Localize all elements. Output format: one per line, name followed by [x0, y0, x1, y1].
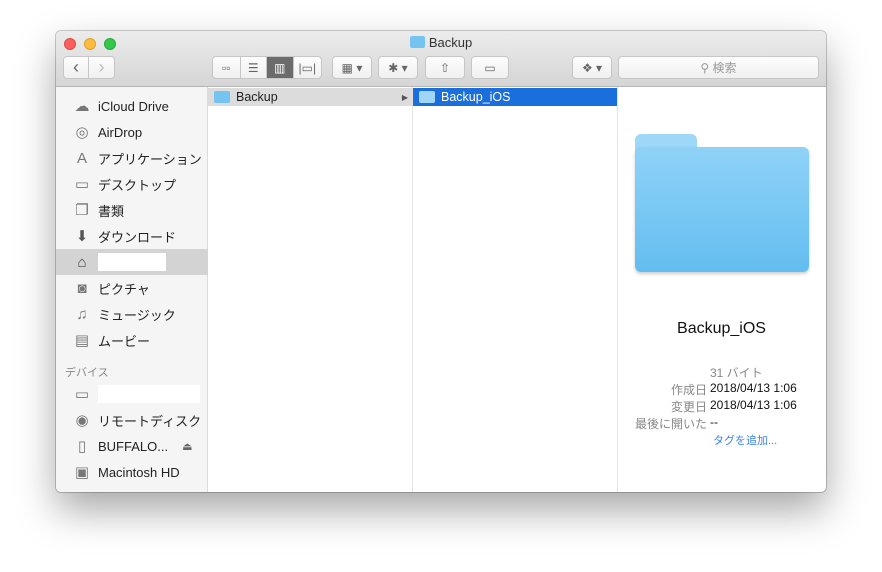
back-button[interactable]: ‹ [64, 57, 90, 78]
cover-flow-button[interactable]: |▭| [294, 57, 321, 78]
list-view-button[interactable]: ☰ [241, 57, 268, 78]
toolbar: Backup ‹ › ▫▫ ☰ ▥ |▭| ▦ ▾ ✱ ▾ ⇧ ▭ ❖ ▾ ⚲ … [56, 31, 826, 87]
folder-icon [409, 36, 425, 48]
sidebar-label: アプリケーション [98, 151, 202, 167]
desktop-icon: ▭ [74, 176, 90, 193]
sidebar-device-macintosh-hd[interactable]: ▣ Macintosh HD [56, 459, 208, 485]
list-item[interactable]: Backup_iOS [413, 88, 617, 106]
sidebar-item-downloads[interactable]: ⬇ ダウンロード [56, 223, 208, 249]
sidebar-item-music[interactable]: ♫ ミュージック [56, 301, 208, 327]
sidebar-label: Macintosh HD [98, 464, 180, 480]
sidebar-label: AirDrop [98, 124, 143, 140]
column-2: Backup_iOS [413, 87, 618, 492]
view-mode-control: ▫▫ ☰ ▥ |▭| [212, 56, 322, 79]
sidebar-device-remote-disc[interactable]: ◉ リモートディスク [56, 407, 208, 433]
preview-pane: Backup_iOS 31 バイト 作成日 2018/04/13 1:06 変更… [617, 87, 826, 492]
music-icon: ♫ [76, 305, 88, 323]
drive-icon: ▯ [77, 438, 87, 455]
arrange-button[interactable]: ▦ ▾ [332, 56, 372, 79]
home-icon: ⌂ [77, 253, 87, 271]
sidebar-item-movies[interactable]: ▤ ムービー [56, 327, 208, 353]
airdrop-icon: ◎ [75, 124, 89, 141]
search-icon: ⚲ [700, 60, 713, 75]
sidebar-item-applications[interactable]: A アプリケーション [56, 145, 208, 171]
cloud-icon: ☁ [74, 98, 90, 115]
sidebar-item-icloud[interactable]: ☁ iCloud Drive [56, 93, 208, 119]
nav-buttons: ‹ › [63, 56, 115, 79]
created-label: 作成日 [670, 383, 707, 397]
file-size: 31 バイト [710, 366, 763, 380]
large-folder-icon [635, 134, 809, 272]
preview-filename: Backup_iOS [677, 320, 766, 337]
devices-header: デバイス [65, 367, 109, 379]
sidebar-label: BUFFALO... [98, 438, 169, 454]
sidebar-label: iCloud Drive [98, 98, 169, 114]
tag-button[interactable]: ▭ [471, 56, 509, 79]
film-icon: ▤ [74, 332, 90, 349]
icon-view-button[interactable]: ▫▫ [213, 57, 241, 78]
sidebar-device-buffalo[interactable]: ▯ BUFFALO... ⏏ [56, 433, 208, 459]
sidebar-label: リモートディスク [98, 413, 202, 429]
downloads-icon: ⬇ [75, 228, 89, 245]
disclosure-arrow-icon: ▶ [401, 92, 408, 102]
item-name: Backup_iOS [441, 90, 511, 104]
share-button[interactable]: ⇧ [425, 56, 465, 79]
sidebar-label: デスクトップ [98, 177, 177, 193]
documents-icon: ❐ [75, 202, 89, 219]
sidebar-item-airdrop[interactable]: ◎ AirDrop [56, 119, 208, 145]
sidebar-label: 書類 [98, 203, 125, 219]
column-view-button[interactable]: ▥ [267, 57, 294, 78]
list-item[interactable]: Backup ▶ [208, 88, 412, 106]
item-name: Backup [236, 90, 278, 104]
redacted-username [98, 253, 166, 271]
search-input[interactable]: ⚲ 検索 [618, 56, 819, 79]
hard-disk-icon: ▣ [74, 464, 90, 481]
applications-icon: A [76, 149, 87, 167]
file-metadata: 31 バイト 作成日 2018/04/13 1:06 変更日 2018/04/1… [617, 364, 826, 454]
eject-icon[interactable]: ⏏ [182, 440, 192, 453]
add-tags-link[interactable]: タグを追加... [713, 432, 777, 448]
column-1: Backup ▶ [208, 87, 413, 492]
modified-value: 2018/04/13 1:06 [710, 398, 797, 412]
finder-window: Backup ‹ › ▫▫ ☰ ▥ |▭| ▦ ▾ ✱ ▾ ⇧ ▭ ❖ ▾ ⚲ … [56, 31, 826, 492]
sidebar-device-computer[interactable]: ▭ [56, 381, 208, 407]
forward-button[interactable]: › [89, 57, 114, 78]
sidebar-label: ダウンロード [98, 229, 177, 245]
sidebar-item-desktop[interactable]: ▭ デスクトップ [56, 171, 208, 197]
sidebar-label: ムービー [98, 333, 151, 349]
sidebar-item-pictures[interactable]: ◙ ピクチャ [56, 275, 208, 301]
window-title: Backup [56, 35, 826, 50]
sidebar-label: ミュージック [98, 307, 176, 323]
dropbox-button[interactable]: ❖ ▾ [572, 56, 612, 79]
redacted-computer-name [98, 385, 200, 403]
search-placeholder: 検索 [712, 61, 737, 75]
modified-label: 変更日 [670, 400, 707, 414]
sidebar: ☁ iCloud Drive ◎ AirDrop A アプリケーション ▭ デスクトップ… [56, 87, 208, 492]
disc-icon: ◉ [75, 412, 89, 429]
title-text: Backup [428, 35, 473, 50]
last-opened-label: 最後に開いた [634, 417, 707, 431]
sidebar-label: ピクチャ [98, 281, 150, 297]
action-gear-button[interactable]: ✱ ▾ [378, 56, 418, 79]
last-opened-value: -- [710, 415, 718, 429]
sidebar-item-home[interactable]: ⌂ [56, 249, 208, 275]
sidebar-item-documents[interactable]: ❐ 書類 [56, 197, 208, 223]
created-value: 2018/04/13 1:06 [710, 381, 797, 395]
folder-icon [214, 91, 230, 103]
folder-icon [419, 91, 435, 103]
computer-icon: ▭ [74, 386, 90, 403]
camera-icon: ◙ [77, 279, 87, 297]
